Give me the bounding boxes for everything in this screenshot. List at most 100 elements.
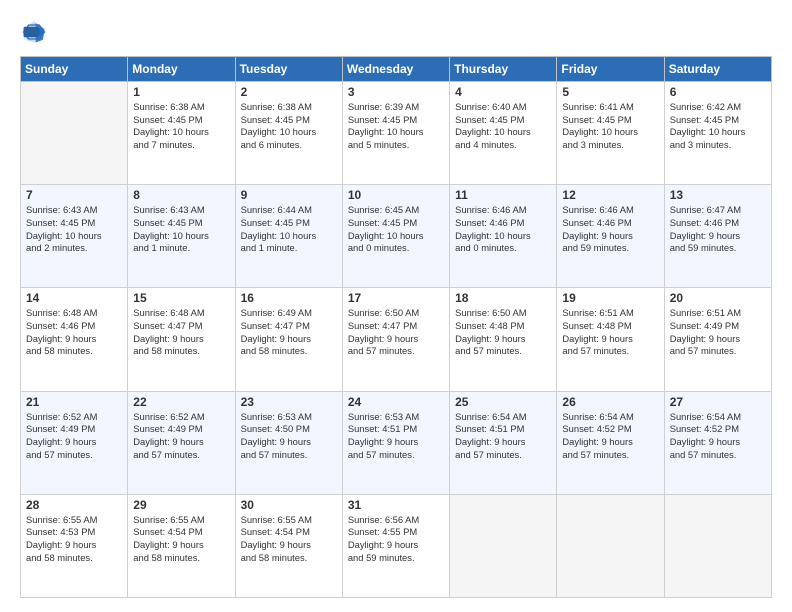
cell-line: Sunrise: 6:50 AM [348,307,444,320]
day-number: 30 [241,498,337,512]
calendar-cell: 20Sunrise: 6:51 AMSunset: 4:49 PMDayligh… [664,288,771,391]
cell-line: Sunrise: 6:55 AM [26,514,122,527]
cell-line: Sunrise: 6:55 AM [241,514,337,527]
cell-line: Sunset: 4:53 PM [26,526,122,539]
calendar-week-row: 14Sunrise: 6:48 AMSunset: 4:46 PMDayligh… [21,288,772,391]
calendar-cell: 4Sunrise: 6:40 AMSunset: 4:45 PMDaylight… [450,82,557,185]
cell-line: Daylight: 10 hours [670,126,766,139]
cell-line: Daylight: 9 hours [562,436,658,449]
day-number: 6 [670,85,766,99]
cell-line: Sunset: 4:45 PM [348,114,444,127]
calendar-cell: 11Sunrise: 6:46 AMSunset: 4:46 PMDayligh… [450,185,557,288]
cell-line: Sunrise: 6:56 AM [348,514,444,527]
cell-line: Sunset: 4:45 PM [670,114,766,127]
weekday-header-sunday: Sunday [21,57,128,82]
day-number: 10 [348,188,444,202]
cell-line: Sunrise: 6:55 AM [133,514,229,527]
day-number: 27 [670,395,766,409]
cell-line: and 58 minutes. [26,552,122,565]
cell-line: Sunset: 4:47 PM [133,320,229,333]
calendar-week-row: 28Sunrise: 6:55 AMSunset: 4:53 PMDayligh… [21,494,772,597]
cell-line: Sunrise: 6:45 AM [348,204,444,217]
cell-line: Sunrise: 6:50 AM [455,307,551,320]
cell-line: Sunrise: 6:48 AM [133,307,229,320]
cell-line: Sunset: 4:52 PM [562,423,658,436]
calendar-cell: 19Sunrise: 6:51 AMSunset: 4:48 PMDayligh… [557,288,664,391]
cell-line: and 6 minutes. [241,139,337,152]
cell-line: Daylight: 10 hours [133,230,229,243]
cell-line: Sunrise: 6:41 AM [562,101,658,114]
cell-line: Sunset: 4:55 PM [348,526,444,539]
day-number: 31 [348,498,444,512]
calendar-cell: 31Sunrise: 6:56 AMSunset: 4:55 PMDayligh… [342,494,449,597]
cell-line: Sunrise: 6:54 AM [670,411,766,424]
cell-line: Sunrise: 6:49 AM [241,307,337,320]
cell-line: and 57 minutes. [348,345,444,358]
calendar-cell: 22Sunrise: 6:52 AMSunset: 4:49 PMDayligh… [128,391,235,494]
cell-line: Sunrise: 6:54 AM [455,411,551,424]
cell-line: Daylight: 9 hours [26,539,122,552]
cell-line: Daylight: 9 hours [26,436,122,449]
cell-line: and 57 minutes. [670,449,766,462]
cell-line: Daylight: 9 hours [241,539,337,552]
header [20,18,772,46]
calendar-cell: 28 Sunrise: 6:55 AMSunset: 4:53 PMDayligh… [21,494,128,597]
calendar-cell: 14Sunrise: 6:48 AMSunset: 4:46 PMDayligh… [21,288,128,391]
cell-line: and 0 minutes. [455,242,551,255]
cell-line: and 59 minutes. [348,552,444,565]
cell-line: Sunrise: 6:53 AM [348,411,444,424]
cell-line: Daylight: 9 hours [26,333,122,346]
calendar-cell: 13Sunrise: 6:47 AMSunset: 4:46 PMDayligh… [664,185,771,288]
cell-line: Sunrise: 6:51 AM [670,307,766,320]
cell-line: Daylight: 9 hours [241,436,337,449]
cell-line: and 1 minute. [241,242,337,255]
cell-line: Daylight: 9 hours [455,436,551,449]
cell-line: and 58 minutes. [133,552,229,565]
cell-line: Daylight: 10 hours [455,126,551,139]
cell-line: Sunset: 4:45 PM [133,114,229,127]
cell-line: and 7 minutes. [133,139,229,152]
cell-line: and 4 minutes. [455,139,551,152]
calendar-table: SundayMondayTuesdayWednesdayThursdayFrid… [20,56,772,598]
logo-icon [20,18,48,46]
day-number: 28 [26,498,122,512]
cell-line: Sunrise: 6:39 AM [348,101,444,114]
calendar-cell: 18Sunrise: 6:50 AMSunset: 4:48 PMDayligh… [450,288,557,391]
cell-line: Sunset: 4:49 PM [133,423,229,436]
cell-line: Daylight: 9 hours [348,333,444,346]
cell-line: Sunrise: 6:46 AM [455,204,551,217]
calendar-cell [664,494,771,597]
cell-line: Daylight: 10 hours [348,126,444,139]
cell-line: Sunset: 4:45 PM [455,114,551,127]
cell-line: and 58 minutes. [133,345,229,358]
cell-line: Daylight: 9 hours [133,436,229,449]
cell-line: Daylight: 9 hours [562,333,658,346]
cell-line: Sunset: 4:54 PM [133,526,229,539]
cell-line: Sunrise: 6:42 AM [670,101,766,114]
calendar-cell: 29Sunrise: 6:55 AMSunset: 4:54 PMDayligh… [128,494,235,597]
cell-line: Sunrise: 6:52 AM [133,411,229,424]
cell-line: Sunrise: 6:38 AM [241,101,337,114]
cell-line: Daylight: 10 hours [562,126,658,139]
calendar-week-row: 1Sunrise: 6:38 AMSunset: 4:45 PMDaylight… [21,82,772,185]
weekday-header-row: SundayMondayTuesdayWednesdayThursdayFrid… [21,57,772,82]
cell-line: Sunrise: 6:53 AM [241,411,337,424]
cell-line: Sunset: 4:47 PM [348,320,444,333]
cell-line: Sunset: 4:46 PM [26,320,122,333]
cell-line: and 3 minutes. [562,139,658,152]
cell-line: and 57 minutes. [562,345,658,358]
calendar-cell: 3Sunrise: 6:39 AMSunset: 4:45 PMDaylight… [342,82,449,185]
day-number: 11 [455,188,551,202]
day-number: 5 [562,85,658,99]
cell-line: Sunset: 4:48 PM [455,320,551,333]
calendar-cell: 5Sunrise: 6:41 AMSunset: 4:45 PMDaylight… [557,82,664,185]
cell-line: Sunset: 4:49 PM [26,423,122,436]
cell-line: Sunrise: 6:47 AM [670,204,766,217]
day-number: 24 [348,395,444,409]
cell-line: Sunset: 4:51 PM [348,423,444,436]
cell-line: and 57 minutes. [26,449,122,462]
cell-line: Daylight: 9 hours [670,333,766,346]
day-number: 9 [241,188,337,202]
calendar-cell: 10Sunrise: 6:45 AMSunset: 4:45 PMDayligh… [342,185,449,288]
cell-line: Sunset: 4:49 PM [670,320,766,333]
